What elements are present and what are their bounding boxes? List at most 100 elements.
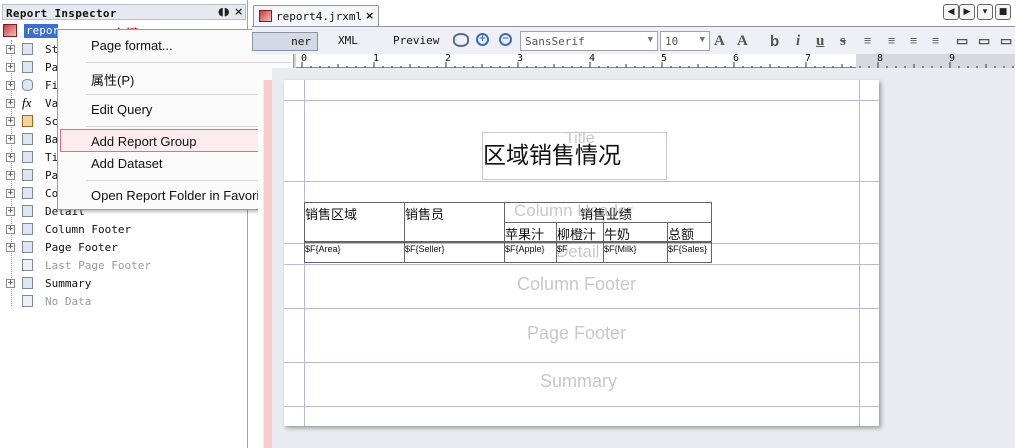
expand-icon[interactable]: + bbox=[6, 243, 15, 252]
align-center-icon[interactable]: ≡ bbox=[910, 33, 917, 49]
band-icon bbox=[22, 205, 33, 217]
menu-item-open-report-folder[interactable]: Open Report Folder in Favorites bbox=[91, 188, 277, 203]
horizontal-ruler: 0 1 2 3 4 5 6 7 8 9 bbox=[296, 53, 1015, 68]
ruler-ticks bbox=[301, 62, 1014, 68]
band-divider bbox=[284, 406, 879, 407]
decrease-font-icon[interactable]: A bbox=[737, 33, 748, 50]
function-icon: fx bbox=[22, 95, 32, 110]
band-divider bbox=[284, 181, 879, 182]
tab-report4[interactable]: report4.jrxml × bbox=[253, 5, 379, 26]
field-milk: $F{Milk} bbox=[604, 244, 637, 254]
field-sales: $F{Sales} bbox=[668, 244, 708, 254]
ruler-number: 1 bbox=[373, 53, 380, 64]
header-area: 销售区域 bbox=[305, 208, 358, 223]
vertical-ruler bbox=[258, 80, 272, 448]
band-divider bbox=[284, 264, 879, 265]
band-divider bbox=[284, 100, 879, 101]
underline-icon[interactable]: u bbox=[816, 33, 824, 50]
tree-item-label: repor bbox=[24, 24, 60, 38]
align-left-icon[interactable]: ≡ bbox=[864, 33, 871, 49]
expand-icon[interactable]: + bbox=[6, 279, 15, 288]
field-area: $F{Area} bbox=[305, 244, 341, 254]
zoom-out-icon[interactable]: − bbox=[499, 33, 512, 46]
tree-item-label: Last Page Footer bbox=[45, 259, 151, 272]
maximize-icon[interactable]: ■ bbox=[995, 4, 1011, 20]
tree-item-column-footer[interactable]: + Column Footer bbox=[0, 220, 246, 238]
band-divider bbox=[284, 308, 879, 309]
menu-item-edit-query[interactable]: Edit Query bbox=[91, 102, 152, 117]
bold-icon[interactable]: b bbox=[770, 33, 779, 50]
italic-icon[interactable]: i bbox=[796, 33, 800, 50]
font-size-select[interactable]: 10 ▼ bbox=[660, 31, 710, 51]
tree-item-label: Column Footer bbox=[45, 223, 132, 236]
ruler-number: 4 bbox=[589, 53, 596, 64]
expand-icon[interactable]: + bbox=[6, 153, 15, 162]
band-label-column-footer: Column Footer bbox=[517, 274, 637, 294]
tree-item-last-page-footer[interactable]: Last Page Footer bbox=[0, 256, 246, 274]
font-family-value: SansSerif bbox=[525, 35, 585, 48]
expand-icon[interactable]: + bbox=[6, 45, 15, 54]
align-top-icon[interactable]: ▭ bbox=[956, 33, 968, 49]
tree-item-summary[interactable]: + Summary bbox=[0, 274, 246, 292]
band-icon bbox=[22, 151, 33, 163]
menu-item-add-report-group[interactable]: Add Report Group bbox=[91, 134, 197, 149]
band-icon bbox=[22, 223, 33, 235]
scroll-right-icon[interactable]: ▶ bbox=[959, 4, 975, 20]
align-middle-icon[interactable]: ▭ bbox=[978, 33, 990, 49]
expand-icon[interactable]: + bbox=[6, 63, 15, 72]
expand-icon[interactable]: + bbox=[6, 171, 15, 180]
ruler-number: 7 bbox=[805, 53, 812, 64]
tab-designer[interactable]: ner bbox=[252, 32, 318, 51]
band-divider bbox=[284, 362, 879, 363]
menu-item-page-format[interactable]: Page format... bbox=[91, 38, 173, 53]
scriptlet-icon bbox=[22, 115, 33, 127]
parameters-icon bbox=[22, 61, 33, 73]
band-icon bbox=[22, 187, 33, 199]
band-label-summary: Summary bbox=[540, 371, 618, 391]
menu-item-add-dataset[interactable]: Add Dataset bbox=[91, 156, 163, 171]
editor-toolbar: ner XML Preview + − SansSerif ▼ 10 ▼ A A b… bbox=[252, 26, 1015, 54]
pin-icon[interactable]: ◖◗ bbox=[218, 5, 230, 18]
expand-icon[interactable]: + bbox=[6, 135, 15, 144]
scroll-left-icon[interactable]: ◀ bbox=[943, 4, 959, 20]
header-seller: 销售员 bbox=[405, 208, 445, 223]
close-inspector-icon[interactable]: × bbox=[234, 5, 243, 18]
expand-icon[interactable]: + bbox=[6, 81, 15, 90]
report-icon bbox=[259, 10, 272, 22]
ruler-number: 3 bbox=[517, 53, 524, 64]
expand-icon[interactable]: + bbox=[6, 99, 15, 108]
tree-item-label: Summary bbox=[45, 277, 92, 290]
increase-font-icon[interactable]: A bbox=[714, 33, 725, 50]
tab-preview[interactable]: Preview bbox=[387, 32, 445, 51]
zoom-in-icon[interactable]: + bbox=[476, 33, 489, 46]
report-page: Title 区域销售情况 Column Header Detail Column… bbox=[284, 80, 879, 426]
align-right-icon[interactable]: ≡ bbox=[932, 33, 939, 49]
tab-label: report4.jrxml bbox=[276, 10, 363, 23]
band-icon bbox=[22, 133, 33, 145]
ruler-number: 2 bbox=[445, 53, 452, 64]
ruler-number: 0 bbox=[301, 53, 308, 64]
close-tab-icon[interactable]: × bbox=[365, 9, 374, 22]
report-icon bbox=[3, 24, 17, 37]
header-orange: 柳橙汁 bbox=[557, 228, 597, 243]
font-family-select[interactable]: SansSerif ▼ bbox=[520, 31, 658, 51]
expand-icon[interactable]: + bbox=[6, 189, 15, 198]
tab-xml[interactable]: XML bbox=[332, 32, 364, 51]
align-bottom-icon[interactable]: ▭ bbox=[1000, 33, 1012, 49]
band-icon bbox=[22, 295, 33, 307]
strikethrough-icon[interactable]: s bbox=[840, 33, 846, 50]
dropdown-icon[interactable]: ▾ bbox=[977, 4, 993, 20]
menu-item-properties[interactable]: 属性(P) bbox=[91, 70, 134, 89]
header-milk: 牛奶 bbox=[604, 228, 631, 243]
report-title: 区域销售情况 bbox=[483, 143, 621, 169]
expand-icon[interactable]: + bbox=[6, 117, 15, 126]
expand-icon[interactable]: + bbox=[6, 225, 15, 234]
inspector-title: Report Inspector bbox=[6, 7, 117, 20]
tree-item-page-footer[interactable]: + Page Footer bbox=[0, 238, 246, 256]
database-icon[interactable] bbox=[453, 33, 469, 47]
field-seller: $F{Seller} bbox=[405, 244, 445, 254]
expand-icon[interactable]: + bbox=[6, 207, 15, 216]
field-orange: $F bbox=[557, 244, 568, 254]
align-justify-icon[interactable]: ≡ bbox=[888, 33, 895, 49]
tree-item-no-data[interactable]: No Data bbox=[0, 292, 246, 310]
